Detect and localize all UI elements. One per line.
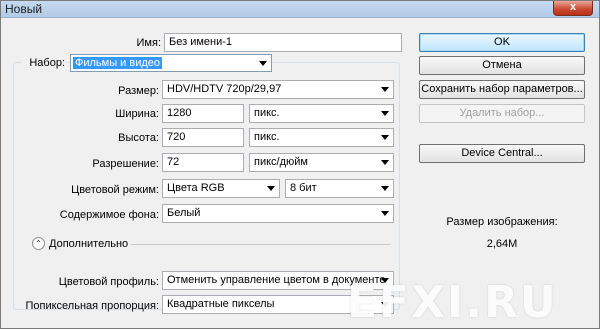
color-mode-value: Цвета RGB [167,182,225,194]
preset-label: Набор: [21,57,67,69]
pixel-aspect-label: Попиксельная пропорция: [25,300,159,312]
name-label: Имя: [136,37,161,49]
advanced-label: Дополнительно [49,238,129,250]
height-unit-value: пикс. [254,131,280,143]
watermark-text: EFXI.RU [347,277,558,328]
chevron-up-double-icon[interactable]: ⌃ [32,237,45,250]
cancel-button[interactable]: Отмена [419,56,585,75]
background-label: Содержимое фона: [59,209,159,221]
title-bar: Новый x [1,1,599,18]
delete-preset-button[interactable]: Удалить набор... [419,104,585,123]
image-size-label: Размер изображения: [446,216,558,228]
color-mode-select[interactable]: Цвета RGB [162,179,280,198]
preset-select[interactable]: Фильмы и видео [70,54,272,72]
resolution-unit-value: пикс/дюйм [254,156,308,168]
background-select[interactable]: Белый [162,204,394,223]
bit-depth-select[interactable]: 8 бит [285,179,394,198]
resolution-unit-select[interactable]: пикс/дюйм [249,153,394,172]
advanced-divider [131,244,391,245]
height-field[interactable]: 720 [162,128,244,147]
new-document-dialog: Новый x Имя: Без имени-1 Набор: Фильмы и… [0,0,600,329]
dropdown-arrow-icon [381,111,389,116]
preset-value: Фильмы и видео [73,57,163,69]
dropdown-arrow-icon [267,186,275,191]
dropdown-arrow-icon [381,160,389,165]
height-label: Высота: [118,132,159,144]
name-field[interactable]: Без имени-1 [164,33,402,52]
ok-button[interactable]: OK [419,33,585,52]
width-field[interactable]: 1280 [162,104,244,123]
dropdown-arrow-icon [381,211,389,216]
resolution-label: Разрешение: [92,158,159,170]
device-central-button[interactable]: Device Central... [419,144,585,163]
color-mode-label: Цветовой режим: [71,184,159,196]
color-profile-label: Цветовой профиль: [58,276,159,288]
image-size-value: 2,64M [486,238,518,250]
dropdown-arrow-icon [381,186,389,191]
height-unit-select[interactable]: пикс. [249,128,394,147]
size-label: Размер: [118,85,159,97]
dropdown-arrow-icon [259,61,267,66]
close-button[interactable]: x [553,1,593,16]
size-value: HDV/HDTV 720p/29,97 [167,83,282,95]
width-label: Ширина: [115,108,159,120]
size-select[interactable]: HDV/HDTV 720p/29,97 [162,80,394,99]
window-title: Новый [5,2,43,16]
width-unit-value: пикс. [254,107,280,119]
width-unit-select[interactable]: пикс. [249,104,394,123]
bit-depth-value: 8 бит [290,182,317,194]
background-value: Белый [167,207,201,219]
resolution-field[interactable]: 72 [162,153,244,172]
close-icon: x [569,1,577,13]
save-preset-button[interactable]: Сохранить набор параметров... [419,80,585,99]
dropdown-arrow-icon [381,135,389,140]
dropdown-arrow-icon [381,87,389,92]
